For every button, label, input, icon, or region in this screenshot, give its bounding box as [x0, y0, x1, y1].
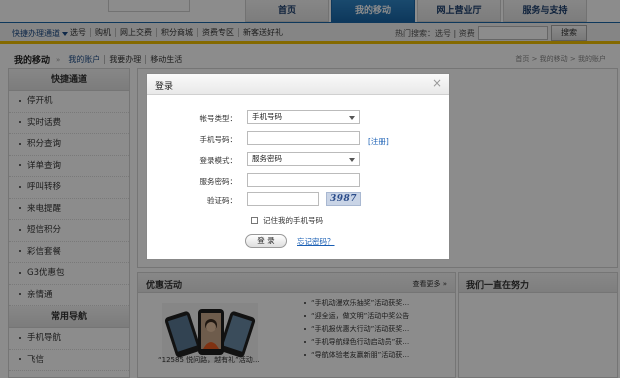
close-icon[interactable]: × — [432, 76, 442, 90]
remember-checkbox[interactable] — [251, 217, 258, 224]
register-link[interactable]: [注册] — [368, 136, 389, 147]
login-mode-value: 服务密码 — [252, 154, 282, 163]
remember-label: 记住我的手机号码 — [263, 216, 323, 225]
login-dialog-title: 登录 — [155, 82, 174, 92]
login-button[interactable]: 登 录 — [245, 234, 287, 248]
login-mode-label: 登录模式： — [199, 156, 238, 165]
password-input[interactable] — [247, 173, 360, 187]
account-type-label: 帐号类型： — [199, 114, 238, 123]
login-mode-select[interactable]: 服务密码 — [247, 152, 360, 166]
login-dialog-header — [147, 74, 449, 95]
chevron-down-icon — [349, 116, 355, 120]
chevron-down-icon — [349, 158, 355, 162]
remember-phone[interactable]: 记住我的手机号码 — [251, 215, 323, 226]
forgot-password-link[interactable]: 忘记密码？ — [297, 236, 335, 247]
password-label: 服务密码： — [199, 177, 238, 186]
login-dialog: 登录 × 帐号类型： 手机号码 手机号码： [注册] 登录模式： 服务密码 服务… — [146, 73, 450, 260]
account-type-value: 手机号码 — [252, 112, 282, 121]
captcha-label: 验证码： — [207, 196, 237, 205]
account-type-select[interactable]: 手机号码 — [247, 110, 360, 124]
phone-number-input[interactable] — [247, 131, 360, 145]
phone-label: 手机号码： — [199, 135, 238, 144]
captcha-input[interactable] — [247, 192, 319, 206]
captcha-image[interactable]: 3987 — [326, 192, 361, 206]
